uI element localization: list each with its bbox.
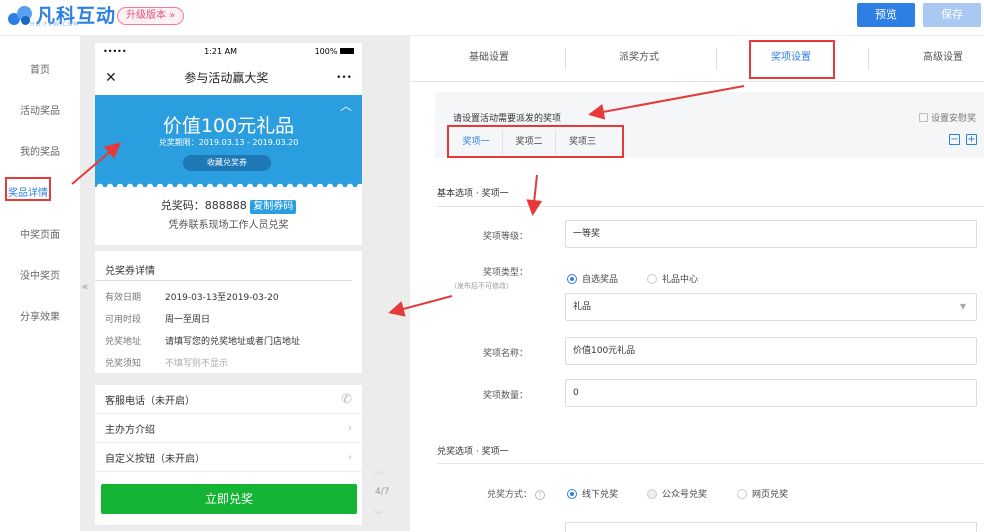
chevron-down-icon: ▼: [959, 302, 966, 311]
chevron-right-icon: ›: [348, 451, 352, 463]
redeem-now-button[interactable]: 立即兑奖: [101, 484, 357, 514]
upgrade-button[interactable]: 升级版本 »: [117, 7, 185, 25]
prize-count-label: 奖项数量：: [482, 391, 528, 401]
sidebar-item-lose-page[interactable]: 没中奖页: [0, 267, 80, 282]
redeem-section-title: 兑奖选项 · 奖项一: [437, 447, 509, 457]
customer-service-row[interactable]: 客服电话（未开启） ✆: [95, 385, 362, 414]
redeem-tip: 凭券联系现场工作人员兑奖: [168, 220, 289, 231]
signal-icon: •••••: [103, 47, 127, 56]
logo-subtext: HD.FKW.COM: [30, 21, 80, 28]
phone-nav-bar: ✕ 参与活动赢大奖 •••: [95, 60, 362, 95]
sidebar-item-share[interactable]: 分享效果: [0, 308, 80, 323]
collapse-sidebar-button[interactable]: «: [78, 280, 92, 310]
save-button[interactable]: 保存: [923, 3, 981, 27]
detail-row: 可用时段 周一至周日: [105, 314, 211, 325]
settings-tabs: 基础设置 派奖方式 奖项设置 高级设置: [410, 36, 984, 82]
sidebar-item-activity-prizes[interactable]: 活动奖品: [0, 102, 80, 117]
tab-distribution[interactable]: 派奖方式: [580, 36, 698, 82]
phone-icon: ✆: [341, 391, 352, 407]
divider: [437, 463, 984, 464]
radio-offline-redeem[interactable]: 线下兑奖: [567, 487, 618, 500]
detail-row: 兑奖地址 请填写您的兑奖地址或者门店地址: [105, 336, 301, 347]
prize-level-input[interactable]: 一等奖: [565, 220, 977, 248]
redeem-code: 兑奖码：888888: [160, 199, 247, 212]
more-icon[interactable]: •••: [336, 73, 352, 83]
prize-type-select[interactable]: 礼品 ▼: [565, 293, 977, 321]
basic-section-title: 基本选项 · 奖项一: [437, 189, 509, 199]
remove-prize-button[interactable]: −: [949, 134, 960, 145]
close-icon[interactable]: ✕: [105, 70, 117, 86]
annotation-box-tab: [749, 40, 835, 79]
divider: [437, 206, 984, 207]
phone-status-bar: ••••• 1:21 AM 100%: [95, 43, 362, 60]
sidebar-item-home[interactable]: 首页: [0, 61, 80, 76]
prize-level-label: 奖项等级：: [482, 232, 528, 242]
prize-type-label: 奖项类型：: [482, 268, 528, 278]
prize-count-input[interactable]: 0: [565, 379, 977, 407]
annotation-box-subtabs: [447, 125, 624, 158]
battery-indicator: 100%: [315, 47, 354, 56]
detail-row: 有效日期 2019-03-13至2019-03-20: [105, 292, 279, 303]
prize-name-label: 奖项名称：: [482, 349, 528, 359]
phone-preview: ••••• 1:21 AM 100% ✕ 参与活动赢大奖 ••• ︿ 价值100…: [95, 43, 362, 525]
page-up-icon[interactable]: ︿: [374, 462, 384, 477]
sidebar-item-win-page[interactable]: 中奖页面: [0, 226, 80, 241]
chevron-right-icon: ›: [348, 422, 352, 434]
redeem-method-label: 兑奖方式：?: [465, 487, 545, 500]
radio-wechat-redeem[interactable]: 公众号兑奖: [647, 487, 707, 500]
preview-button[interactable]: 预览: [857, 3, 915, 27]
copy-code-button[interactable]: 复制券码: [250, 200, 297, 214]
prize-panel-title: 请设置活动需要派发的奖项: [453, 114, 562, 124]
tab-advanced-settings[interactable]: 高级设置: [884, 36, 984, 82]
top-bar: 凡科互动 HD.FKW.COM 升级版本 » 预览 保存: [0, 0, 984, 36]
sidebar: 首页 活动奖品 我的奖品 奖品详情 中奖页面 没中奖页 分享效果: [0, 36, 80, 531]
collect-coupon-button[interactable]: 收藏兑奖券: [183, 155, 271, 171]
organizer-intro-row[interactable]: 主办方介绍 ›: [95, 414, 362, 443]
coupon-value: 价值100元礼品: [162, 115, 295, 137]
consolation-checkbox[interactable]: 设置安慰奖: [919, 111, 976, 124]
status-time: 1:21 AM: [204, 47, 238, 56]
page-down-icon[interactable]: ﹀: [374, 507, 384, 522]
annotation-box-sidebar: [5, 177, 51, 201]
radio-gift-center[interactable]: 礼品中心: [647, 272, 698, 285]
coupon-details-title: 兑奖券详情: [95, 251, 352, 281]
help-icon: ?: [535, 490, 545, 500]
custom-button-row[interactable]: 自定义按钮（未开启） ›: [95, 443, 362, 472]
settings-panel: 基础设置 派奖方式 奖项设置 高级设置 请设置活动需要派发的奖项 设置安慰奖 奖…: [410, 36, 984, 532]
detail-row: 兑奖须知 不填写则不显示: [105, 358, 229, 369]
prize-name-input[interactable]: 价值100元礼品: [565, 337, 977, 365]
page-indicator: 4/7: [375, 487, 390, 497]
radio-custom-prize[interactable]: 自选奖品: [567, 272, 618, 285]
coupon-header: ︿ 价值100元礼品 兑奖期限：2019.03.13 - 2019.03.20 …: [95, 95, 362, 181]
tab-basic-settings[interactable]: 基础设置: [430, 36, 548, 82]
divider: [95, 373, 362, 385]
coupon-period: 兑奖期限：2019.03.13 - 2019.03.20: [158, 138, 299, 147]
sidebar-item-my-prizes[interactable]: 我的奖品: [0, 143, 80, 158]
prize-type-note: （发布后不可修改）: [450, 282, 513, 290]
radio-web-redeem[interactable]: 网页兑奖: [737, 487, 788, 500]
add-prize-button[interactable]: +: [966, 134, 977, 145]
redeem-code-area: 兑奖码：888888 复制券码 凭券联系现场工作人员兑奖: [95, 187, 362, 245]
phone-title: 参与活动赢大奖: [184, 71, 269, 85]
